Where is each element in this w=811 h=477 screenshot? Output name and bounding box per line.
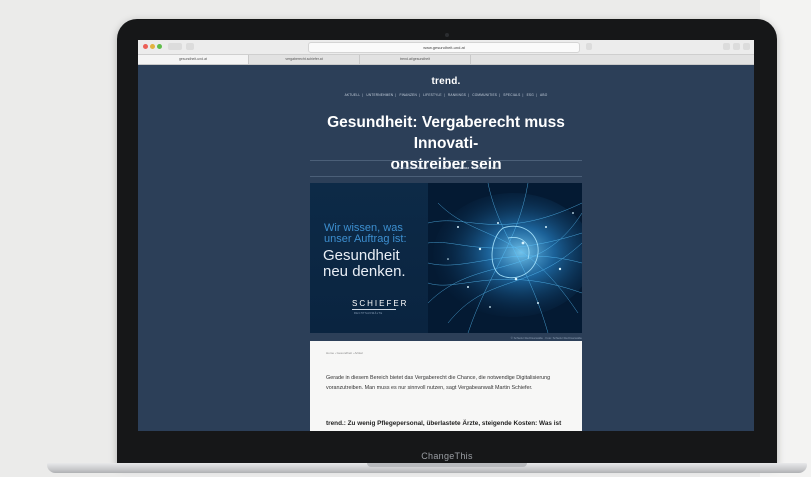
nav-item[interactable]: SPECIALS bbox=[503, 93, 520, 97]
site-logo[interactable]: trend. bbox=[138, 76, 754, 87]
meta-date: 18.09.2023 bbox=[453, 166, 469, 170]
share-icon[interactable] bbox=[723, 43, 730, 50]
nav-item[interactable]: AKTUELL bbox=[345, 93, 361, 97]
ad-tagline: unser Auftrag ist: bbox=[324, 233, 407, 245]
laptop-screen: www.gesundheit-und.at gesundheit-und.at … bbox=[138, 40, 754, 431]
meta-label: SPONSORED BY bbox=[392, 166, 417, 170]
close-icon[interactable] bbox=[143, 44, 148, 49]
meta-sponsor[interactable]: Spezial bbox=[417, 166, 427, 170]
ad-text-panel: Wir wissen, was unser Auftrag ist: Gesun… bbox=[310, 183, 428, 333]
ad-brand-logo: SCHIEFER bbox=[352, 299, 409, 308]
reload-icon[interactable] bbox=[586, 43, 592, 50]
nav-item[interactable]: COMMUNITIES bbox=[472, 93, 497, 97]
network-visual bbox=[427, 183, 582, 333]
browser-tabbar: gesundheit-und.at vergaberecht.schiefer.… bbox=[138, 55, 754, 65]
sidebar-toggle-button[interactable] bbox=[186, 43, 194, 50]
browser-tab[interactable]: trend.at/gesundheit bbox=[360, 55, 471, 64]
divider bbox=[310, 176, 582, 177]
browser-tab[interactable]: vergaberecht.schiefer.at bbox=[249, 55, 360, 64]
device-brand-label: ChangeThis bbox=[421, 451, 473, 461]
hero-ad-image[interactable]: Wir wissen, was unser Auftrag ist: Gesun… bbox=[310, 183, 582, 333]
interview-question: trend.: Zu wenig Pflegepersonal, überlas… bbox=[326, 420, 562, 427]
camera-dot bbox=[445, 33, 449, 37]
nav-item[interactable]: ABO bbox=[540, 93, 547, 97]
tab-label: trend.at/gesundheit bbox=[400, 57, 430, 61]
divider bbox=[310, 160, 582, 161]
browser-titlebar: www.gesundheit-und.at bbox=[138, 40, 754, 55]
maximize-icon[interactable] bbox=[157, 44, 162, 49]
nav-item[interactable]: RANKINGS bbox=[448, 93, 466, 97]
clock-icon: ◷ bbox=[488, 166, 491, 170]
main-navigation: AKTUELL | UNTERNEHMEN | FINANZEN | LIFESTYL… bbox=[344, 93, 548, 97]
nav-item[interactable]: ESG bbox=[527, 93, 534, 97]
browser-tab[interactable]: gesundheit-und.at bbox=[138, 55, 249, 64]
headline-line: onstreiber sein bbox=[390, 156, 502, 173]
new-tab-icon[interactable] bbox=[733, 43, 740, 50]
address-bar-url: www.gesundheit-und.at bbox=[423, 45, 465, 50]
meta-read-time: 5 min bbox=[491, 166, 500, 170]
image-caption: © Schiefer Rechtsanwälte · Foto: Schiefe… bbox=[510, 336, 582, 340]
headline-line: Gesundheit: Vergaberecht muss Innovati- bbox=[327, 114, 565, 152]
meta-label: LESEZEIT bbox=[473, 166, 488, 170]
article-body: Home › Gesundheit › Artikel Gerade in di… bbox=[310, 341, 582, 431]
article-meta: SPONSORED BY Spezial AKTUALISIERT 18.09.… bbox=[310, 166, 582, 170]
breadcrumb[interactable]: Home › Gesundheit › Artikel bbox=[326, 351, 363, 355]
nav-item[interactable]: FINANZEN bbox=[399, 93, 417, 97]
ad-headline: Gesundheit bbox=[323, 247, 400, 264]
ad-brand-subtitle: RECHTSANWÄLTE bbox=[354, 312, 383, 315]
neural-network-illustration bbox=[427, 183, 582, 333]
nav-item[interactable]: UNTERNEHMEN bbox=[366, 93, 393, 97]
minimize-icon[interactable] bbox=[150, 44, 155, 49]
article-lead: Gerade in diesem Bereich bietet das Verg… bbox=[326, 375, 551, 391]
address-bar[interactable]: www.gesundheit-und.at bbox=[308, 42, 580, 53]
ad-brand-underline bbox=[352, 309, 396, 310]
tab-overview-icon[interactable] bbox=[743, 43, 750, 50]
tab-label: vergaberecht.schiefer.at bbox=[285, 57, 323, 61]
meta-label: AKTUALISIERT bbox=[431, 166, 454, 170]
laptop-notch bbox=[367, 463, 527, 467]
ad-headline: neu denken. bbox=[323, 263, 406, 280]
nav-item[interactable]: LIFESTYLE bbox=[423, 93, 442, 97]
tab-label: gesundheit-und.at bbox=[178, 57, 208, 61]
back-forward-buttons[interactable] bbox=[168, 43, 182, 50]
